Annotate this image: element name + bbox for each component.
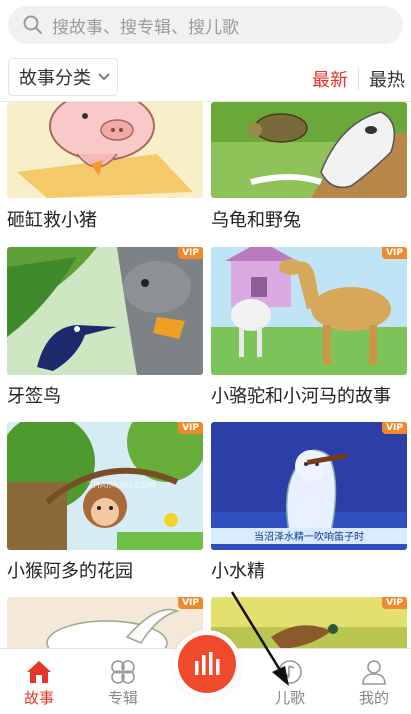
story-card[interactable]: 砸缸救小猪 [7,102,203,242]
search-icon [23,15,42,34]
story-grid: 砸缸救小猪 乌龟和野兔 VIP 牙签鸟 VIP 小骆驼和小河马的故事 ZHAIM… [0,102,411,648]
story-card[interactable]: VIP 牙签鸟 [7,247,203,417]
tab-label: 专辑 [107,689,138,707]
story-title: 乌龟和野兔 [211,210,301,231]
story-title: 小骆驼和小河马的故事 [211,386,391,407]
user-icon [362,660,386,685]
sort-latest[interactable]: 最新 [312,66,348,92]
player-button[interactable] [178,635,236,693]
category-label: 故事分类 [19,68,91,89]
vip-badge: VIP [178,422,203,434]
story-card[interactable]: 当沼泽水精一吹响笛子时 VIP 小水精 [211,422,407,592]
story-card[interactable]: 乌龟和野兔 [211,102,407,242]
tab-albums[interactable]: 专辑 [93,659,153,708]
story-thumbnail: VIP [7,247,203,375]
vip-badge: VIP [178,247,203,259]
tab-label: 我的 [358,689,389,707]
vip-badge: VIP [382,597,407,609]
tab-songs[interactable]: 儿歌 [260,659,320,708]
story-card[interactable]: ZHAIMIAO.COM VIP 小猴阿多的花园 [7,422,203,592]
tab-label: 故事 [23,689,54,707]
filter-bar: 故事分类 最新 最热 [0,54,411,100]
watermark: ZHAIMIAO.COM [87,481,156,491]
story-thumbnail: VIP [211,247,407,375]
clover-icon [111,660,135,684]
sort-options: 最新 最热 [312,66,405,92]
story-banner: 当沼泽水精一吹响笛子时 [254,530,364,543]
story-thumbnail: 当沼泽水精一吹响笛子时 VIP [211,422,407,550]
sort-divider [358,68,359,90]
story-card[interactable]: VIP 小骆驼和小河马的故事 [211,247,407,417]
story-thumbnail [7,102,203,198]
category-dropdown[interactable]: 故事分类 [8,58,118,96]
bottom-nav: 故事 专辑 儿歌 我的 [0,635,411,714]
story-title: 牙签鸟 [7,386,61,407]
story-title: 砸缸救小猪 [7,210,97,231]
story-thumbnail: VIP [7,597,203,648]
sound-bars-icon [195,652,220,675]
vip-badge: VIP [382,247,407,259]
music-note-icon [278,660,302,684]
tab-stories[interactable]: 故事 [9,659,69,708]
search-placeholder: 搜故事、搜专辑、搜儿歌 [52,17,239,38]
home-icon [27,661,51,683]
vip-badge: VIP [178,597,203,609]
sort-hot[interactable]: 最热 [369,66,405,92]
story-title: 小猴阿多的花园 [7,561,133,582]
story-thumbnail: ZHAIMIAO.COM VIP [7,422,203,550]
story-card[interactable]: VIP [7,597,203,648]
tab-mine[interactable]: 我的 [344,659,404,708]
story-thumbnail [211,102,407,198]
vip-badge: VIP [382,422,407,434]
story-title: 小水精 [211,561,265,582]
chevron-down-icon [98,73,110,81]
story-thumbnail: VIP [211,597,407,648]
search-bar[interactable]: 搜故事、搜专辑、搜儿歌 [8,6,403,44]
tab-label: 儿歌 [274,689,305,707]
story-card[interactable]: VIP [211,597,407,648]
